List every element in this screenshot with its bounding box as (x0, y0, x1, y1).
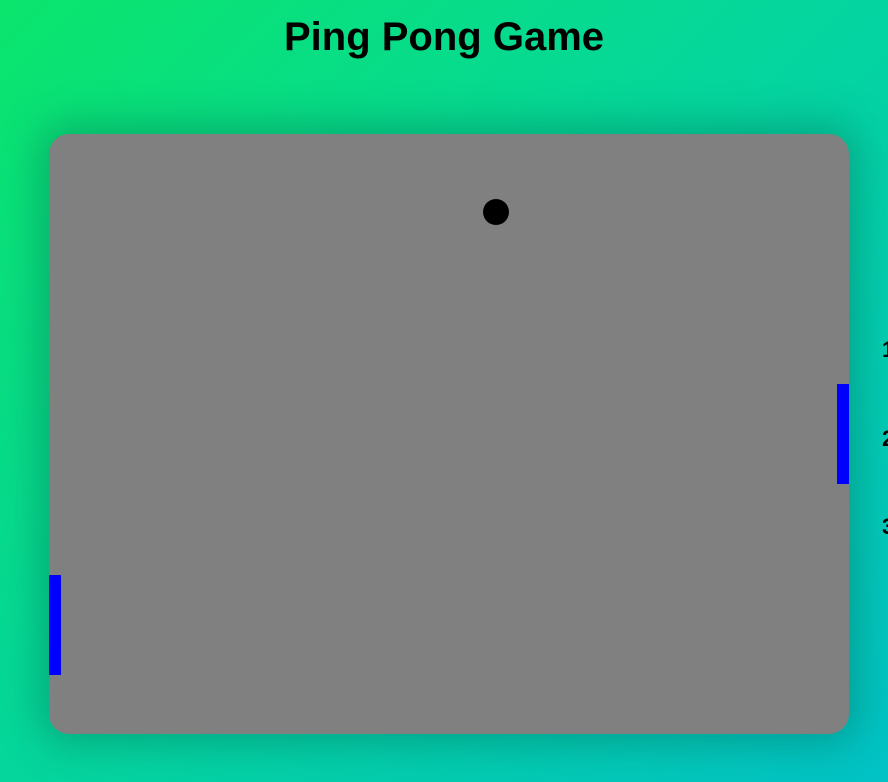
side-list-item: 2 (882, 427, 888, 451)
left-paddle[interactable] (49, 575, 61, 675)
side-list-item: 3 (882, 515, 888, 539)
page-title: Ping Pong Game (283, 15, 605, 59)
ball (483, 199, 509, 225)
right-paddle[interactable] (837, 384, 849, 484)
game-board[interactable] (49, 134, 849, 734)
side-list-item: 1 (882, 338, 888, 362)
